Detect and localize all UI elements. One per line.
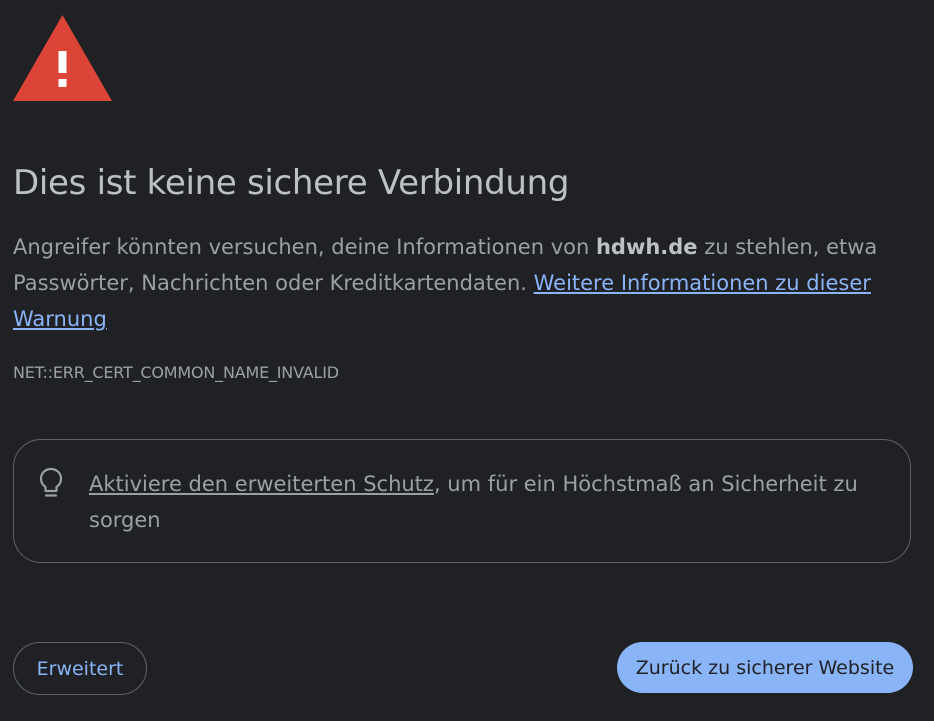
enhanced-protection-link[interactable]: Aktiviere den erweiterten Schutz (89, 472, 434, 496)
site-domain: hdwh.de (595, 235, 698, 259)
message-prefix: Angreifer könnten versuchen, deine Infor… (13, 235, 596, 259)
advanced-button[interactable]: Erweitert (13, 642, 147, 695)
interstitial-page: Dies ist keine sichere Verbindung Angrei… (0, 0, 934, 721)
warning-triangle-icon (13, 15, 112, 101)
back-to-safety-button[interactable]: Zurück zu sicherer Website (617, 642, 913, 693)
enhanced-protection-promo: Aktiviere den erweiterten Schutz, um für… (13, 439, 911, 563)
error-code: NET::ERR_CERT_COMMON_NAME_INVALID (13, 363, 339, 382)
protection-text: Aktiviere den erweiterten Schutz, um für… (89, 466, 889, 538)
lightbulb-icon (39, 467, 63, 497)
page-title: Dies ist keine sichere Verbindung (13, 163, 570, 203)
warning-message: Angreifer könnten versuchen, deine Infor… (13, 229, 913, 337)
